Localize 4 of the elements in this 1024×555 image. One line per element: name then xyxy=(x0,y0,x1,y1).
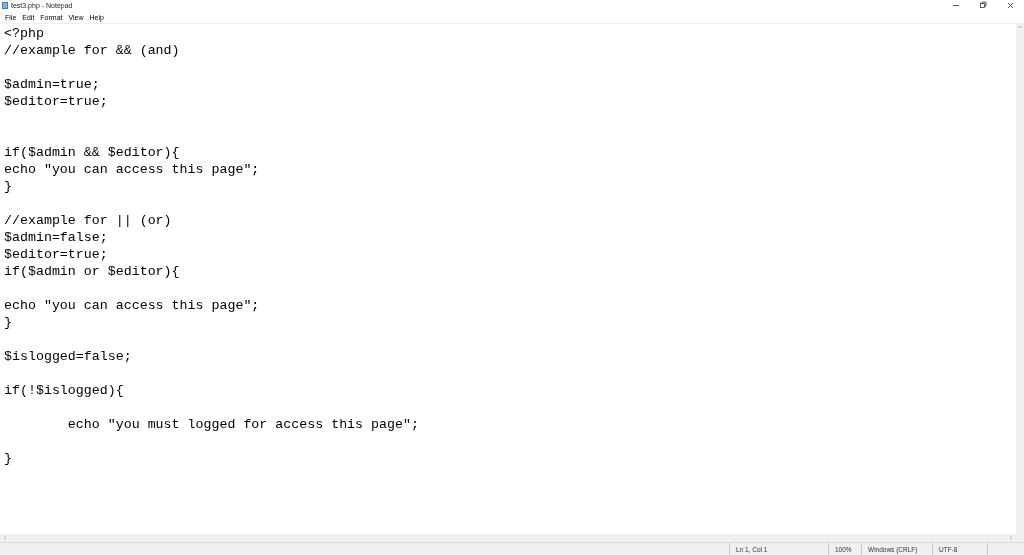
notepad-icon xyxy=(2,2,8,9)
horizontal-scrollbar[interactable] xyxy=(0,534,1024,542)
code-text[interactable]: <?php //example for && (and) $admin=true; $editor=true; if($admin && $editor){ echo "you can access this page"; } //example for || (or) $admin=false; $editor=true; if($admin or $editor){ echo "you can access this page"; } $islogged=false; if(!$islogged){ echo "you must logged for access this page"; } xyxy=(0,24,1016,468)
vertical-scrollbar[interactable] xyxy=(1016,24,1024,534)
